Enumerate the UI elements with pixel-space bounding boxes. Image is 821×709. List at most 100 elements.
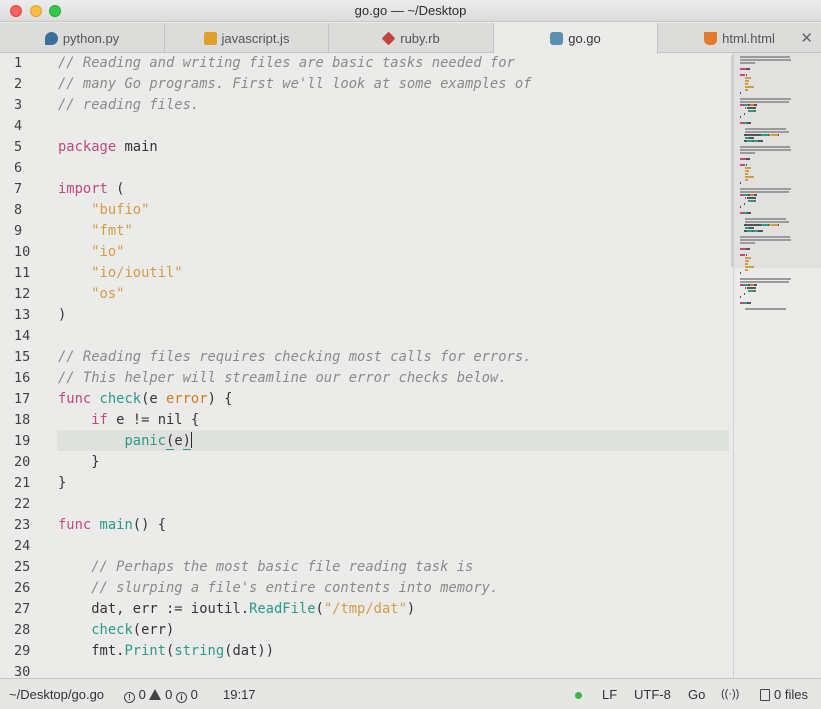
- code-line[interactable]: "io": [58, 242, 124, 263]
- tab-go[interactable]: go.go: [494, 23, 658, 54]
- minimap-line: [746, 158, 750, 160]
- code-token: ) {: [207, 391, 233, 407]
- file-path[interactable]: ~/Desktop/go.go: [9, 687, 104, 702]
- encoding[interactable]: UTF-8: [634, 687, 671, 702]
- minimap-line: [744, 107, 747, 109]
- line-number: 3: [14, 97, 23, 113]
- code-token: () {: [132, 517, 167, 533]
- line-number: 27: [14, 601, 31, 617]
- code-token: ): [58, 307, 67, 323]
- code-token: check: [99, 391, 142, 407]
- code-line[interactable]: // Reading files requires checking most …: [58, 347, 531, 368]
- code-line[interactable]: panic(e): [58, 431, 193, 452]
- code-line[interactable]: import (: [58, 179, 124, 200]
- code-line[interactable]: "bufio": [58, 200, 149, 221]
- line-number: 12: [14, 286, 31, 302]
- minimap-line: [744, 269, 749, 271]
- file-icon: [760, 689, 770, 701]
- broadcast-icon[interactable]: ((·)): [721, 688, 739, 700]
- line-number: 14: [14, 328, 31, 344]
- minimap-line: [744, 77, 751, 79]
- code-line[interactable]: // Perhaps the most basic file reading t…: [58, 557, 473, 578]
- code-token: // Reading files requires checking most …: [58, 349, 532, 365]
- code-token: main: [99, 517, 133, 533]
- code-line[interactable]: // Reading and writing files are basic t…: [58, 53, 515, 74]
- line-number: 19: [14, 433, 31, 449]
- minimap-line: [744, 179, 749, 181]
- line-number: 28: [14, 622, 31, 638]
- minimap-line: [758, 140, 764, 142]
- code-line[interactable]: dat, err := ioutil.ReadFile("/tmp/dat"): [58, 599, 415, 620]
- minimap-line: [740, 62, 756, 64]
- info-count: 0: [190, 687, 198, 702]
- minimap-line: [754, 200, 756, 202]
- tab-ruby[interactable]: ruby.rb: [329, 23, 494, 53]
- minimap-line: [744, 266, 755, 268]
- code-line[interactable]: func check(e error) {: [58, 389, 232, 410]
- tab-label: javascript.js: [221, 30, 290, 46]
- minimap-line: [754, 110, 756, 112]
- code-line[interactable]: // This helper will streamline our error…: [58, 368, 507, 389]
- minimap-line: [740, 206, 741, 208]
- minimap[interactable]: [734, 53, 821, 678]
- minimap-line: [740, 281, 789, 283]
- minimap-line: [740, 74, 746, 76]
- ruby-icon: [381, 31, 396, 45]
- code-line[interactable]: "fmt": [58, 221, 133, 242]
- code-line[interactable]: ): [58, 305, 66, 326]
- code-line[interactable]: "io/ioutil": [58, 263, 182, 284]
- code-line[interactable]: func main() {: [58, 515, 166, 536]
- code-token: }: [58, 475, 67, 491]
- tab-html[interactable]: html.html ✕: [658, 23, 821, 53]
- minimap-line: [744, 83, 749, 85]
- minimap-line: [740, 254, 746, 256]
- code-token: main: [124, 139, 158, 155]
- code-token: ): [406, 601, 416, 617]
- code-token: panic: [124, 433, 166, 449]
- line-number: 9: [14, 223, 23, 239]
- minimap-line: [744, 197, 747, 199]
- minimap-line: [744, 167, 751, 169]
- code-token: (e: [141, 391, 167, 407]
- code-line[interactable]: // many Go programs. First we'll look at…: [58, 74, 531, 95]
- cursor-position[interactable]: 19:17: [223, 687, 256, 702]
- status-indicator-icon: [575, 692, 582, 699]
- warning-icon: [149, 689, 162, 700]
- code-token: import: [58, 181, 108, 197]
- line-number: 30: [14, 664, 31, 678]
- line-number: 7: [14, 181, 23, 197]
- code-line[interactable]: "os": [58, 284, 124, 305]
- minimap-line: [760, 224, 768, 226]
- minimap-line: [740, 56, 790, 58]
- grammar[interactable]: Go: [688, 687, 705, 702]
- minimap-line: [746, 68, 750, 70]
- tab-javascript[interactable]: javascript.js: [165, 23, 329, 53]
- code-editor[interactable]: 1 2 3 4 5 6 7 8 9 10 11 12 13 14 15 16 17 18 19 20 21 22 23 24 2…: [0, 53, 733, 678]
- code-token: Print: [124, 643, 166, 659]
- tab-python[interactable]: python.py: [0, 23, 165, 53]
- code-line[interactable]: if e != nil {: [58, 410, 199, 431]
- code-line[interactable]: package main: [58, 137, 158, 158]
- line-ending[interactable]: LF: [602, 687, 617, 702]
- minimap-line: [760, 134, 768, 136]
- code-line[interactable]: }: [58, 473, 66, 494]
- code-line[interactable]: // reading files.: [58, 95, 199, 116]
- line-number: 24: [14, 538, 31, 554]
- diagnostics[interactable]: ! 0 0 i 0: [124, 687, 198, 703]
- code-line[interactable]: check(err): [58, 620, 174, 641]
- go-icon: [550, 32, 564, 45]
- git-files[interactable]: 0 files: [760, 687, 808, 702]
- minimap-line: [740, 239, 792, 241]
- code-token: check: [91, 622, 133, 638]
- code-line[interactable]: }: [58, 452, 99, 473]
- minimap-line: [744, 86, 755, 88]
- code-line[interactable]: // slurping a file's entire contents int…: [58, 578, 498, 599]
- code-line[interactable]: fmt.Print(string(dat)): [58, 641, 274, 662]
- minimap-line: [744, 173, 749, 175]
- warning-count: 0: [165, 687, 173, 702]
- html-icon: [704, 31, 718, 45]
- close-tab-icon[interactable]: ✕: [800, 29, 813, 47]
